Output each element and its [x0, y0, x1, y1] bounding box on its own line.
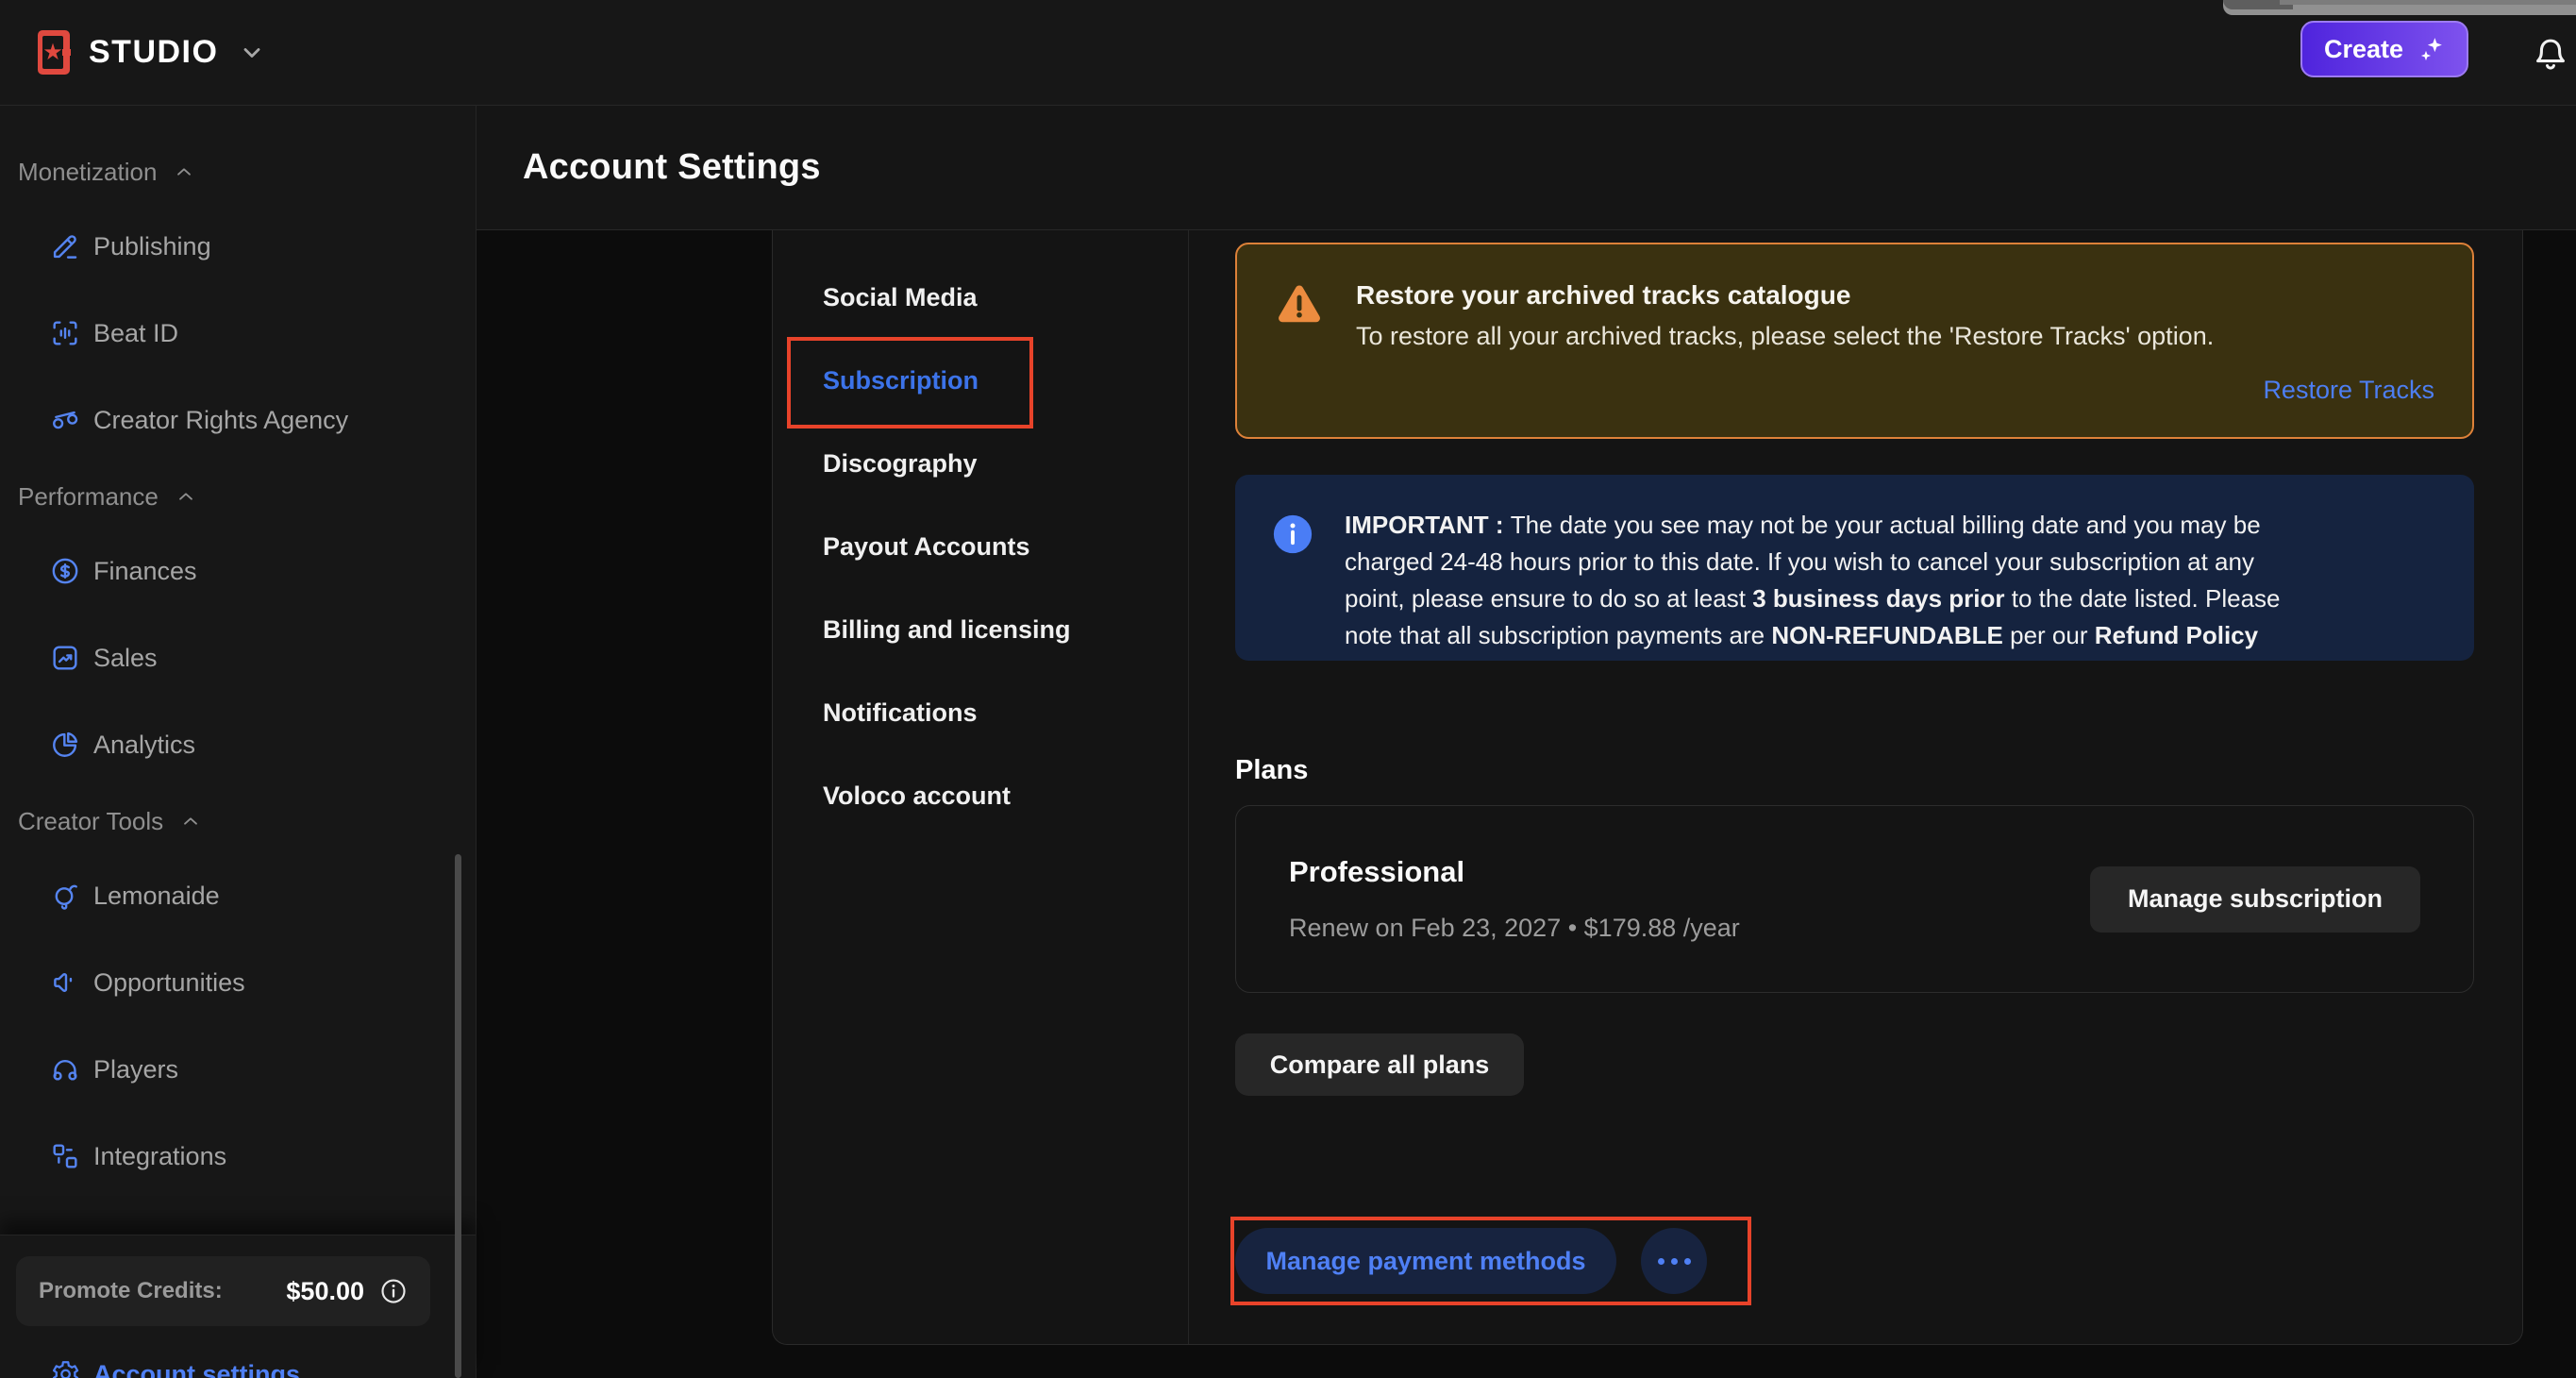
- sidebar-footer: Promote Credits: $50.00 Account settings: [0, 1235, 476, 1378]
- page-title: Account Settings: [523, 147, 821, 188]
- dollar-circle-icon: [49, 555, 81, 587]
- settings-nav-notifications[interactable]: Notifications: [773, 689, 1188, 736]
- promote-credits-card: Promote Credits: $50.00: [16, 1256, 430, 1326]
- promote-credits-label: Promote Credits:: [39, 1278, 223, 1304]
- sidebar-item-sales[interactable]: Sales: [0, 625, 476, 691]
- payment-actions-row: Manage payment methods: [1235, 1228, 2474, 1294]
- sidebar-section-creator-tools[interactable]: Creator Tools: [18, 802, 476, 840]
- chevron-up-icon: [172, 160, 196, 184]
- sparkles-icon: [2417, 35, 2445, 63]
- restore-tracks-link[interactable]: Restore Tracks: [2263, 376, 2434, 404]
- plan-name: Professional: [1289, 855, 1740, 889]
- sidebar-item-account-settings[interactable]: Account settings: [0, 1358, 300, 1378]
- settings-nav-discography[interactable]: Discography: [773, 440, 1188, 487]
- info-filled-icon: [1271, 513, 1314, 556]
- sidebar-item-label: Creator Rights Agency: [93, 406, 348, 435]
- settings-nav: Social Media Subscription Discography Payou…: [773, 230, 1189, 1344]
- banner-title: Restore your archived tracks catalogue: [1356, 280, 2214, 311]
- notifications-bell-icon[interactable]: [2529, 28, 2572, 76]
- restore-tracks-banner: Restore your archived tracks catalogue T…: [1235, 243, 2474, 439]
- sidebar-item-creator-rights-agency[interactable]: Creator Rights Agency: [0, 387, 476, 453]
- integrations-icon: [49, 1140, 81, 1172]
- banner-body: To restore all your archived tracks, ple…: [1356, 322, 2214, 351]
- settings-nav-subscription[interactable]: Subscription: [773, 357, 1188, 404]
- sidebar-section-performance[interactable]: Performance: [18, 478, 476, 515]
- account-settings-panel: Social Media Subscription Discography Payou…: [772, 230, 2523, 1345]
- sidebar-section-label: Monetization: [18, 158, 157, 187]
- top-navbar: ★ STUDIO Create: [0, 0, 2576, 106]
- page-header: Account Settings: [477, 106, 2576, 230]
- sidebar-item-label: Integrations: [93, 1142, 226, 1171]
- beatstars-studio-app: ★ STUDIO Create Monetization Publishing Be…: [0, 0, 2576, 1378]
- sidebar-item-opportunities[interactable]: Opportunities: [0, 949, 476, 1016]
- current-plan-card: Professional Renew on Feb 23, 2027 • $17…: [1235, 805, 2474, 993]
- headphones-icon: [49, 1053, 81, 1085]
- info-circle-icon[interactable]: [379, 1277, 408, 1305]
- chevron-up-icon: [174, 484, 198, 509]
- sidebar-item-finances[interactable]: Finances: [0, 538, 476, 604]
- manage-payment-methods-button[interactable]: Manage payment methods: [1235, 1228, 1616, 1294]
- create-button[interactable]: Create: [2300, 21, 2468, 77]
- plans-heading: Plans: [1235, 755, 2474, 785]
- pen-icon: [49, 230, 81, 262]
- scales-icon: [49, 404, 81, 436]
- sidebar-item-beat-id[interactable]: Beat ID: [0, 300, 476, 366]
- sidebar-item-label: Beat ID: [93, 319, 178, 348]
- ellipsis-icon[interactable]: [1641, 1228, 1707, 1294]
- compare-all-plans-button[interactable]: Compare all plans: [1235, 1034, 1524, 1096]
- chevron-down-icon[interactable]: [239, 40, 265, 66]
- sidebar-item-integrations[interactable]: Integrations: [0, 1123, 476, 1189]
- manage-subscription-button[interactable]: Manage subscription: [2090, 866, 2420, 933]
- sidebar-item-label: Analytics: [93, 731, 195, 760]
- warning-triangle-icon: [1273, 278, 1326, 331]
- lemon-icon: [49, 880, 81, 912]
- sidebar-item-label: Publishing: [93, 232, 211, 261]
- sidebar-item-players[interactable]: Players: [0, 1036, 476, 1102]
- promote-credits-value: $50.00: [286, 1277, 364, 1306]
- sales-chart-icon: [49, 642, 81, 674]
- plan-renewal: Renew on Feb 23, 2027 • $179.88 /year: [1289, 914, 1740, 943]
- sidebar-item-label: Opportunities: [93, 968, 245, 998]
- sidebar-section-label: Creator Tools: [18, 807, 163, 836]
- settings-nav-billing-and-licensing[interactable]: Billing and licensing: [773, 606, 1188, 653]
- brand-title: STUDIO: [89, 34, 218, 71]
- sidebar-section-label: Performance: [18, 482, 159, 512]
- gear-icon: [49, 1358, 81, 1378]
- sidebar-item-lemonaide[interactable]: Lemonaide: [0, 863, 476, 929]
- sidebar-item-publishing[interactable]: Publishing: [0, 213, 476, 279]
- beat-id-scan-icon: [49, 317, 81, 349]
- sidebar-item-label: Lemonaide: [93, 882, 220, 911]
- billing-info-text: IMPORTANT : The date you see may not be …: [1345, 507, 2280, 661]
- megaphone-icon: [49, 966, 81, 999]
- billing-info-banner: IMPORTANT : The date you see may not be …: [1235, 475, 2474, 661]
- browser-overlay-artifact: [2223, 0, 2576, 15]
- sidebar-item-label: Account settings: [93, 1360, 300, 1378]
- sidebar-section-monetization[interactable]: Monetization: [18, 153, 476, 191]
- settings-nav-voloco-account[interactable]: Voloco account: [773, 772, 1188, 819]
- sidebar: Monetization Publishing Beat ID Creator Rig…: [0, 106, 477, 1378]
- settings-nav-social-media[interactable]: Social Media: [773, 274, 1188, 321]
- chevron-up-icon: [178, 809, 203, 833]
- beatstars-logo-icon: ★: [38, 30, 70, 75]
- brand-menu[interactable]: ★ STUDIO: [38, 30, 265, 75]
- sidebar-item-label: Sales: [93, 644, 158, 673]
- subscription-content: Restore your archived tracks catalogue T…: [1189, 230, 2522, 1344]
- sidebar-item-label: Players: [93, 1055, 178, 1084]
- sidebar-item-analytics[interactable]: Analytics: [0, 712, 476, 778]
- pie-chart-icon: [49, 729, 81, 761]
- settings-nav-payout-accounts[interactable]: Payout Accounts: [773, 523, 1188, 570]
- sidebar-item-label: Finances: [93, 557, 197, 586]
- sidebar-scrollbar[interactable]: [455, 854, 461, 1378]
